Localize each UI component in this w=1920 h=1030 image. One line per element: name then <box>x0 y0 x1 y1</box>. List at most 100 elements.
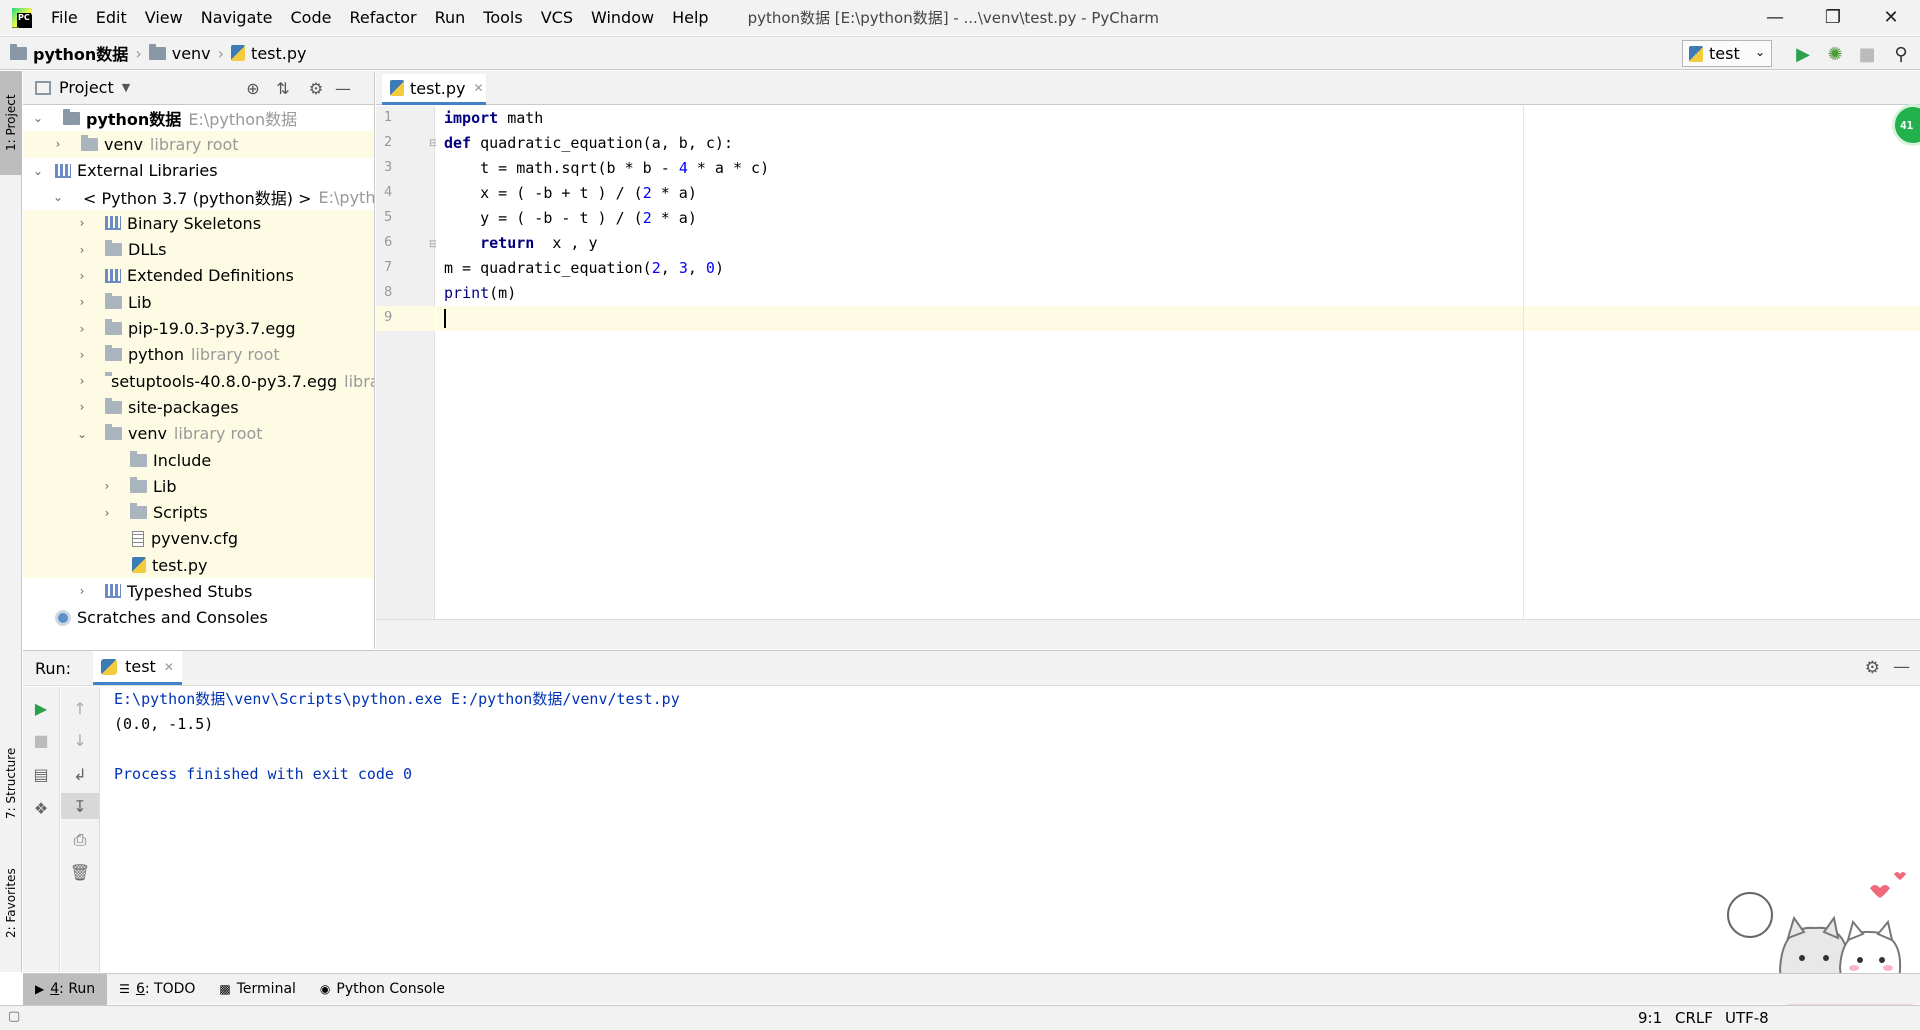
main-menu: File Edit View Navigate Code Refactor Ru… <box>42 0 718 35</box>
minimize-icon[interactable]: — <box>1746 0 1804 35</box>
tree-row[interactable]: › Extended Definitions <box>23 262 374 290</box>
inspection-badge[interactable]: 41 <box>1892 104 1920 146</box>
chevron-down-icon[interactable]: ⌄ <box>75 427 89 441</box>
tool-tab-project[interactable]: 1: Project <box>0 71 22 175</box>
gear-icon[interactable]: ⚙ <box>1865 658 1880 678</box>
chevron-right-icon[interactable]: › <box>100 479 114 493</box>
breadcrumb-project[interactable]: python数据 <box>33 41 128 65</box>
project-view-title[interactable]: Project <box>59 78 114 97</box>
menu-help[interactable]: Help <box>663 0 717 35</box>
run-configuration-select[interactable]: test ⌄ <box>1682 40 1772 67</box>
trash-icon[interactable]: 🗑 <box>61 859 99 885</box>
tool-tab-run[interactable]: ▶ 4: Run <box>23 973 108 1005</box>
tree-row[interactable]: › setuptools-40.8.0-py3.7.egg librar <box>23 367 374 395</box>
editor-tab-test-py[interactable]: test.py ✕ <box>382 74 486 105</box>
tree-row[interactable]: ⌄ < Python 3.7 (python数据) > E:\pytho <box>23 184 374 210</box>
close-tab-icon[interactable]: ✕ <box>164 660 174 674</box>
menu-vcs[interactable]: VCS <box>532 0 582 35</box>
tree-row[interactable]: › site-packages <box>23 394 374 421</box>
code-line: y = ( -b - t ) / (2 * a) <box>444 209 697 227</box>
chevron-down-icon[interactable]: ▼ <box>122 81 130 94</box>
hide-icon[interactable]: — <box>1893 657 1910 677</box>
tool-tab-structure[interactable]: 7: Structure <box>0 731 22 836</box>
menu-navigate[interactable]: Navigate <box>192 0 282 35</box>
navigation-bar: python数据 › venv › test.py test ⌄ ▶ ✺ ■ ⚲ <box>0 36 1920 70</box>
tool-tab-favorites[interactable]: 2: Favorites <box>0 853 22 953</box>
chevron-down-icon: ⌄ <box>1754 45 1765 59</box>
menu-window[interactable]: Window <box>582 0 663 35</box>
tool-tab-python-console[interactable]: ◉ Python Console <box>308 974 457 1005</box>
line-separator[interactable]: CRLF <box>1675 1009 1713 1027</box>
chevron-right-icon[interactable]: › <box>75 243 89 257</box>
up-arrow-icon[interactable]: ↑ <box>61 695 99 721</box>
tree-row[interactable]: ⌄ venv library root <box>23 420 374 447</box>
caret-line-highlight <box>436 306 1920 331</box>
pin-icon[interactable]: ❖ <box>23 795 59 821</box>
tree-row[interactable]: › Binary Skeletons <box>23 210 374 237</box>
stop-icon[interactable]: ■ <box>23 727 59 753</box>
run-console-output[interactable]: E:\python数据\venv\Scripts\python.exe E:/p… <box>101 687 1920 972</box>
soft-wrap-icon[interactable]: ↲ <box>61 761 99 787</box>
tree-row[interactable]: pyvenv.cfg <box>23 525 374 553</box>
down-arrow-icon[interactable]: ↓ <box>61 727 99 753</box>
tool-tab-terminal[interactable]: ▩ Terminal <box>207 974 308 1005</box>
tool-tab-todo[interactable]: ☰ 6: TODO <box>107 974 207 1005</box>
chevron-down-icon[interactable]: ⌄ <box>31 164 45 178</box>
tree-row[interactable]: › Lib <box>23 289 374 316</box>
menu-file[interactable]: File <box>42 0 87 35</box>
chevron-right-icon[interactable]: › <box>75 584 89 598</box>
run-icon[interactable]: ▶ <box>1792 43 1814 65</box>
project-panel-header: Project ▼ ⊕ ⇅ ⚙ — <box>23 71 374 105</box>
tree-row[interactable]: Include <box>23 446 374 474</box>
run-tab-test[interactable]: test ✕ <box>93 651 182 685</box>
print-icon[interactable]: ⎙ <box>61 827 99 853</box>
breadcrumb-venv[interactable]: venv <box>172 44 211 63</box>
stop-icon[interactable]: ■ <box>1856 43 1878 65</box>
chevron-right-icon[interactable]: › <box>75 295 89 309</box>
chevron-right-icon[interactable]: › <box>75 400 89 414</box>
chevron-right-icon[interactable]: › <box>51 137 65 151</box>
tree-row[interactable]: › Scripts <box>23 499 374 526</box>
close-icon[interactable]: ✕ <box>1862 0 1920 35</box>
locate-icon[interactable]: ⊕ <box>243 78 263 98</box>
tree-row[interactable]: › pip-19.0.3-py3.7.egg <box>23 315 374 342</box>
chevron-down-icon[interactable]: ⌄ <box>51 190 65 204</box>
chevron-right-icon[interactable]: › <box>100 506 114 520</box>
tree-row[interactable]: test.py <box>23 552 374 579</box>
rerun-icon[interactable]: ▶ <box>23 695 59 721</box>
menu-refactor[interactable]: Refactor <box>340 0 425 35</box>
tree-row[interactable]: › Lib <box>23 473 374 500</box>
menu-view[interactable]: View <box>136 0 192 35</box>
code-editor[interactable]: import math def quadratic_equation(a, b,… <box>436 104 1920 619</box>
tree-row[interactable]: Scratches and Consoles <box>23 605 374 631</box>
tree-row[interactable]: › Typeshed Stubs <box>23 578 374 604</box>
scroll-to-end-icon[interactable]: ↧ <box>61 793 99 819</box>
chevron-right-icon[interactable]: › <box>75 322 89 336</box>
hide-icon[interactable]: — <box>333 78 353 98</box>
menu-edit[interactable]: Edit <box>87 0 136 35</box>
chevron-right-icon[interactable]: › <box>75 216 89 230</box>
chevron-right-icon[interactable]: › <box>75 374 89 388</box>
collapse-all-icon[interactable]: ⇅ <box>273 78 293 98</box>
tree-row[interactable]: ⌄ External Libraries <box>23 158 374 184</box>
layout-icon[interactable]: ▤ <box>23 761 59 787</box>
tree-row[interactable]: ⌄ python数据 E:\python数据 <box>23 105 374 131</box>
tree-row[interactable]: › venv library root <box>23 131 374 158</box>
search-icon[interactable]: ⚲ <box>1890 43 1912 65</box>
caret-position[interactable]: 9:1 <box>1638 1009 1662 1027</box>
chevron-down-icon[interactable]: ⌄ <box>31 111 45 125</box>
close-tab-icon[interactable]: ✕ <box>473 81 483 95</box>
chevron-right-icon[interactable]: › <box>75 348 89 362</box>
breadcrumb-file[interactable]: test.py <box>251 44 306 63</box>
restore-icon[interactable]: ❐ <box>1804 0 1862 35</box>
tree-row[interactable]: › DLLs <box>23 236 374 263</box>
chevron-right-icon[interactable]: › <box>75 269 89 283</box>
gear-icon[interactable]: ⚙ <box>306 78 326 98</box>
file-encoding[interactable]: UTF-8 <box>1725 1009 1769 1027</box>
menu-run[interactable]: Run <box>426 0 475 35</box>
tree-row[interactable]: › python library root <box>23 341 374 368</box>
debug-icon[interactable]: ✺ <box>1824 43 1846 65</box>
menu-code[interactable]: Code <box>282 0 341 35</box>
toggle-tool-windows-icon[interactable]: ▢ <box>8 1009 20 1024</box>
menu-tools[interactable]: Tools <box>474 0 531 35</box>
